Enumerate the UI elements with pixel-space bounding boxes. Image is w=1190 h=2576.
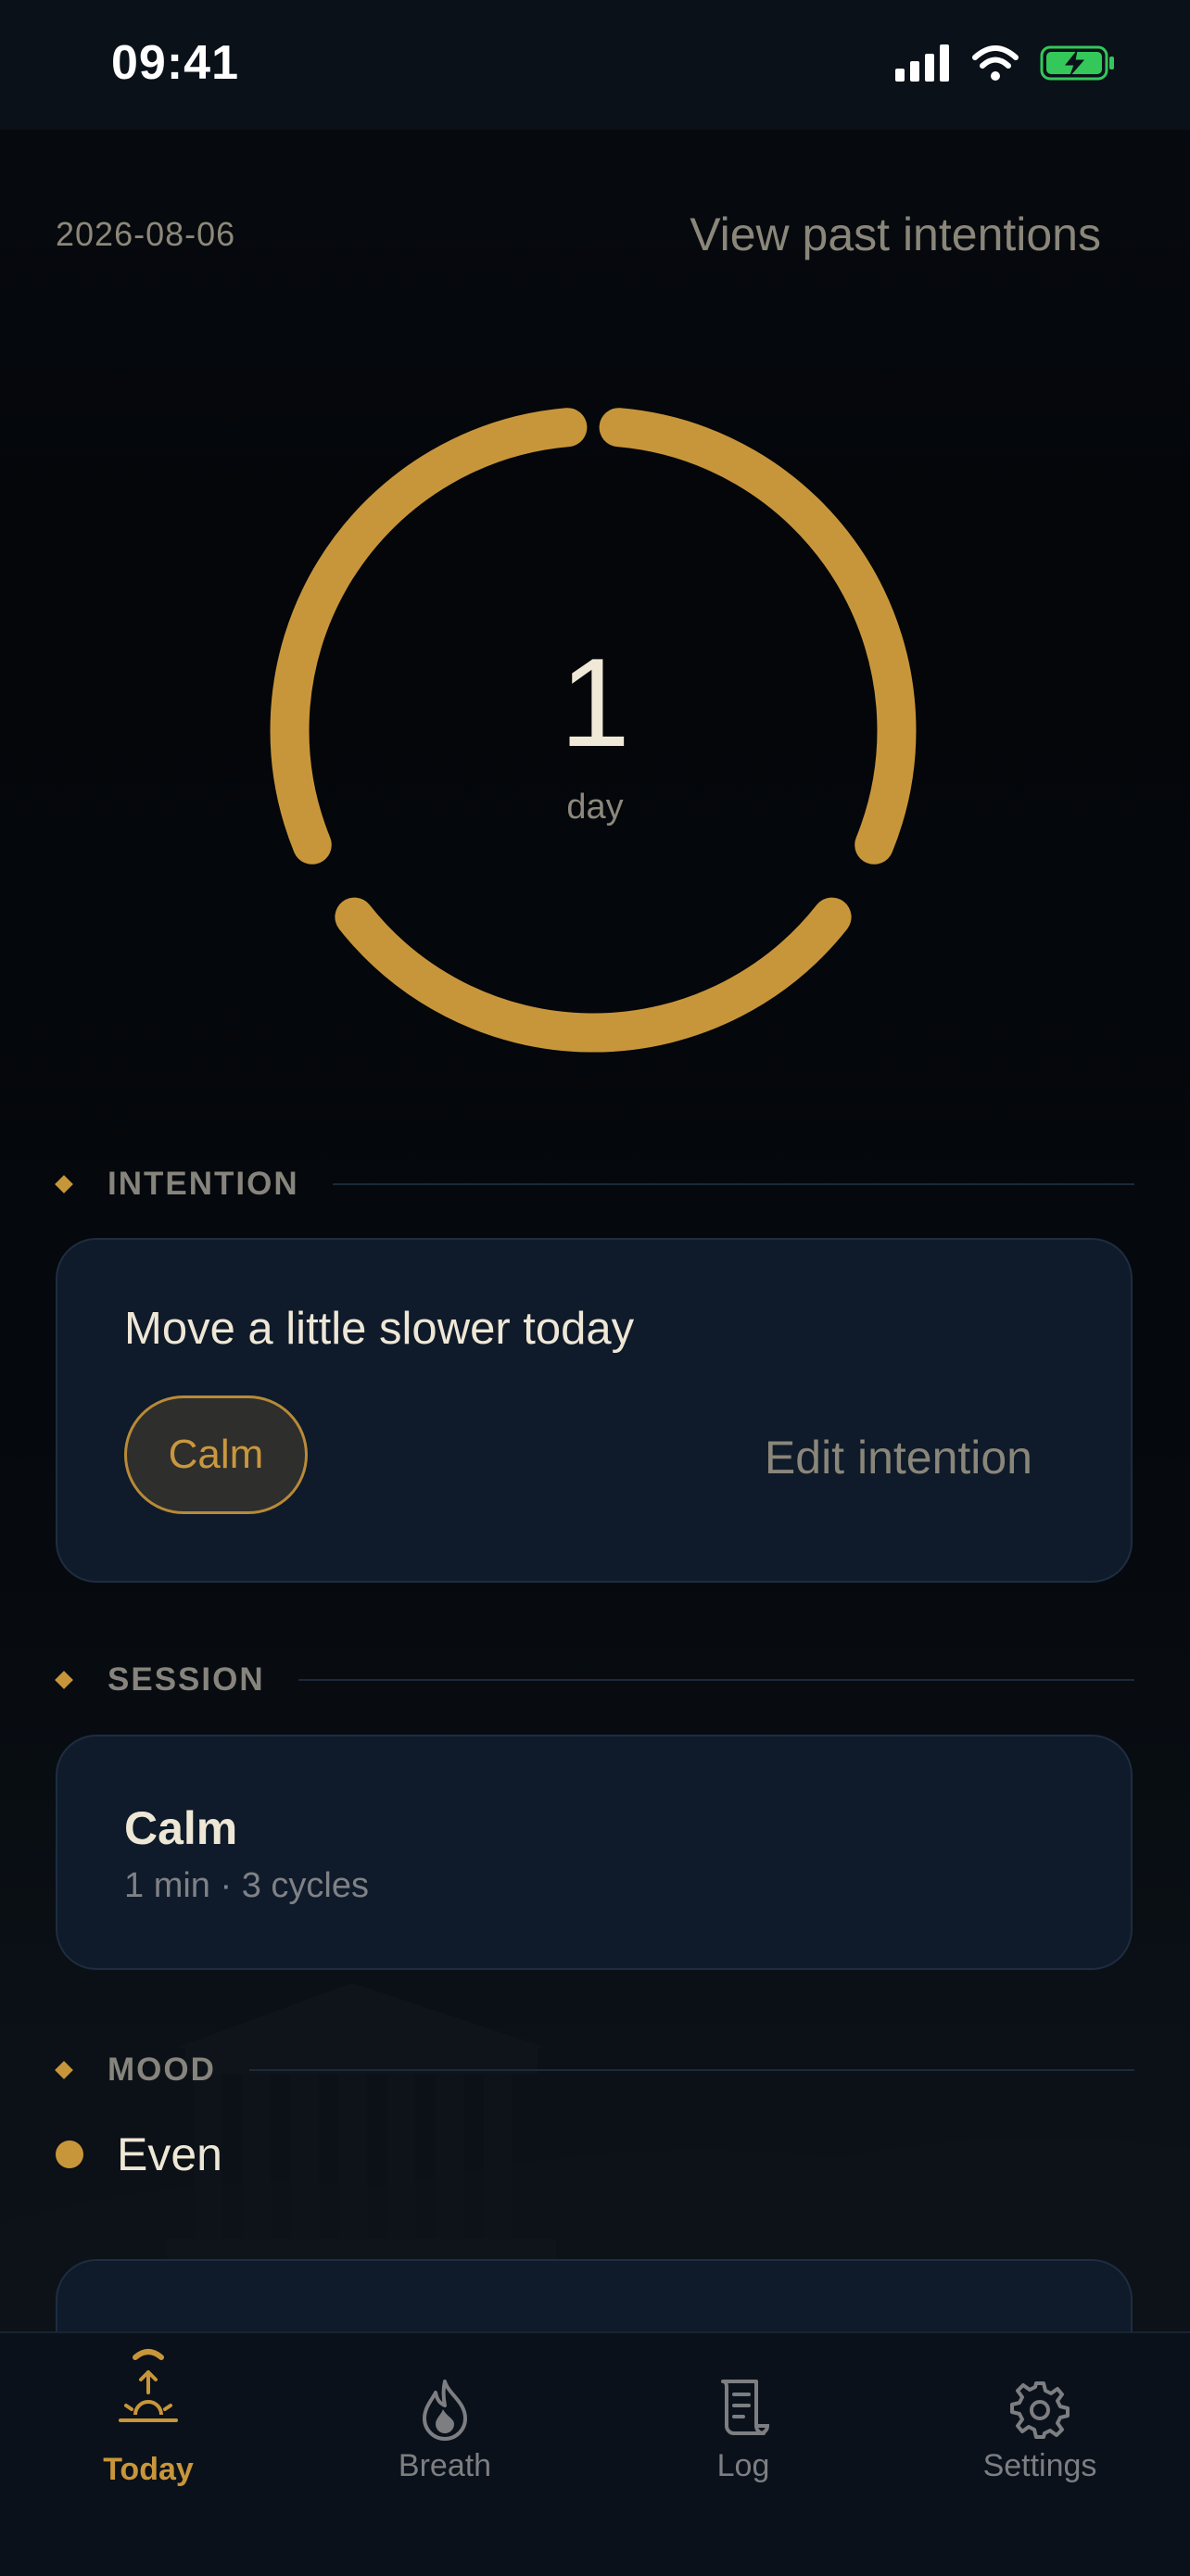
section-title-intention: INTENTION — [108, 1166, 299, 1202]
status-bar: 09:41 — [0, 0, 1190, 130]
section-divider — [298, 1679, 1134, 1681]
intention-card: Move a little slower today Calm Edit int… — [56, 1238, 1133, 1583]
status-time: 09:41 — [111, 36, 239, 90]
tab-label-log: Log — [716, 2448, 770, 2483]
tab-log[interactable]: Log — [651, 2333, 836, 2519]
tab-today[interactable]: Today — [56, 2333, 241, 2519]
session-section-header: SESSION — [55, 1661, 1134, 1698]
tab-label-today: Today — [103, 2452, 194, 2487]
intention-text: Move a little slower today — [124, 1304, 635, 1354]
sunrise-icon — [119, 2349, 178, 2422]
edit-intention-button[interactable]: Edit intention — [765, 1431, 1032, 1484]
mood-row[interactable]: Even — [56, 2128, 222, 2181]
flame-icon — [423, 2380, 467, 2441]
tab-bar: Today Breath Log Settings — [0, 2331, 1190, 2576]
tab-breath[interactable]: Breath — [352, 2333, 538, 2519]
section-divider — [332, 1183, 1134, 1185]
status-icons — [895, 44, 1116, 82]
section-title-session: SESSION — [108, 1661, 265, 1698]
tab-label-settings: Settings — [982, 2448, 1097, 2483]
mood-label: Even — [117, 2128, 222, 2180]
mood-indicator-dot — [56, 2140, 83, 2168]
diamond-icon — [55, 1671, 73, 1689]
diamond-icon — [55, 1175, 73, 1193]
tab-label-breath: Breath — [398, 2448, 492, 2483]
date-label: 2026-08-06 — [56, 215, 236, 253]
streak-count: 1 — [560, 632, 630, 773]
session-meta: 1 min · 3 cycles — [124, 1866, 369, 1905]
gear-icon — [1010, 2381, 1070, 2439]
session-title: Calm — [124, 1802, 238, 1854]
intention-section-header: INTENTION — [55, 1166, 1134, 1203]
session-card[interactable]: Calm 1 min · 3 cycles — [56, 1735, 1133, 1970]
mood-section-header: MOOD — [55, 2052, 1134, 2089]
intention-mood-chip[interactable]: Calm — [124, 1395, 308, 1514]
streak-unit: day — [566, 788, 624, 827]
diamond-icon — [55, 2061, 73, 2079]
view-past-intentions-link[interactable]: View past intentions — [690, 208, 1101, 261]
cellular-signal-icon — [895, 44, 949, 82]
section-divider — [248, 2069, 1134, 2071]
section-title-mood: MOOD — [108, 2052, 216, 2088]
battery-charging-icon — [1040, 45, 1114, 81]
wifi-icon — [972, 45, 1019, 81]
scroll-icon — [721, 2380, 770, 2435]
tab-settings[interactable]: Settings — [947, 2333, 1133, 2519]
